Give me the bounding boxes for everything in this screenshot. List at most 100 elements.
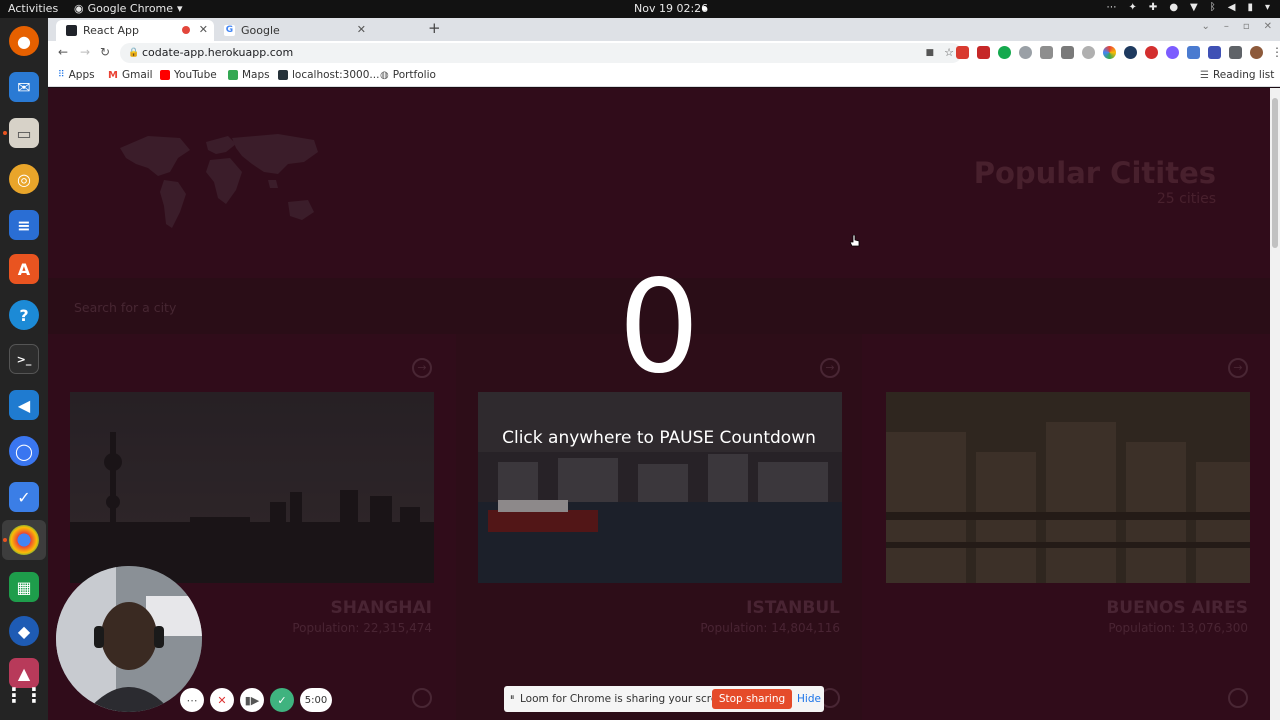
dock: ● ✉ ▭ ◎ ≡ A ? >_ ◀ ◯ ✓ ▦ ◆ ▲ ⋮⋮ bbox=[0, 18, 48, 720]
help-icon[interactable]: ? bbox=[9, 300, 39, 330]
new-tab-button[interactable]: + bbox=[428, 19, 441, 37]
reload-icon[interactable]: ↻ bbox=[100, 45, 110, 59]
firefox-icon[interactable]: ● bbox=[9, 26, 39, 56]
signal-icon[interactable]: ◯ bbox=[9, 436, 39, 466]
close-icon[interactable]: ✕ bbox=[357, 23, 366, 36]
reading-list-button[interactable]: ☰ Reading list bbox=[1200, 69, 1274, 81]
show-applications-icon[interactable]: ⋮⋮ bbox=[4, 680, 44, 710]
ext-filter-icon[interactable] bbox=[1040, 46, 1053, 59]
chrome-app-icon: ◉ bbox=[74, 2, 84, 15]
system-tray[interactable]: ⋯ ✦ ✚ ● ▼ ᛒ ◀ ▮ ▾ bbox=[1107, 2, 1270, 13]
puzzle-icon[interactable] bbox=[1229, 46, 1242, 59]
files-icon[interactable]: ▭ bbox=[9, 118, 39, 148]
bookmark-apps[interactable]: ⠿ Apps bbox=[58, 69, 95, 81]
menu-icon[interactable]: ⋮ bbox=[1271, 46, 1280, 59]
terminal-icon[interactable]: >_ bbox=[9, 344, 39, 374]
bookmark-portfolio[interactable]: ◍ Portfolio bbox=[380, 69, 436, 81]
volume-icon[interactable]: ◀ bbox=[1228, 2, 1236, 13]
cancel-recording-icon[interactable]: ✕ bbox=[210, 688, 234, 712]
app-menu[interactable]: ◉ Google Chrome ▾ bbox=[74, 2, 183, 15]
hide-button[interactable]: Hide bbox=[797, 693, 821, 705]
ext-blue-icon[interactable] bbox=[1187, 46, 1200, 59]
bookmark-label: YouTube bbox=[174, 69, 217, 81]
ext-purple-icon[interactable] bbox=[1166, 46, 1179, 59]
pause-countdown-message: Click anywhere to PAUSE Countdown bbox=[502, 428, 816, 448]
recording-timer: 5:00 bbox=[300, 688, 332, 712]
ext-pdf-icon[interactable] bbox=[977, 46, 990, 59]
maximize-icon[interactable]: ▫ bbox=[1243, 21, 1250, 32]
recording-tab-icon bbox=[182, 26, 190, 34]
globe-icon: ◍ bbox=[380, 69, 389, 81]
rhythmbox-icon[interactable]: ◎ bbox=[9, 164, 39, 194]
back-icon[interactable]: ← bbox=[58, 45, 68, 59]
tab-search-icon[interactable]: ⌄ bbox=[1201, 21, 1209, 32]
ext-check-icon[interactable] bbox=[1124, 46, 1137, 59]
bookmark-youtube[interactable]: YouTube bbox=[160, 69, 217, 81]
tab-react-app[interactable]: React App ✕ bbox=[56, 20, 214, 41]
ext-recycle-icon[interactable] bbox=[1061, 46, 1074, 59]
bookmark-gmail[interactable]: M Gmail bbox=[108, 69, 153, 81]
youtube-icon bbox=[160, 70, 170, 80]
ext-clock-icon[interactable] bbox=[1019, 46, 1032, 59]
address-bar[interactable]: 🔒 codate-app.herokuapp.com ■ ☆ bbox=[120, 43, 962, 63]
zoom-icon[interactable]: ● bbox=[1169, 2, 1178, 13]
forward-icon[interactable]: → bbox=[80, 45, 90, 59]
google-favicon-icon: G bbox=[224, 25, 235, 36]
vscode-icon[interactable]: ◀ bbox=[9, 390, 39, 420]
chrome-icon[interactable] bbox=[9, 525, 39, 555]
page-scrollbar[interactable] bbox=[1270, 88, 1280, 720]
power-icon[interactable]: ▾ bbox=[1265, 2, 1270, 13]
ext-bars-icon[interactable] bbox=[1208, 46, 1221, 59]
page-content[interactable]: Popular Citites 25 cities → bbox=[48, 88, 1270, 720]
cast-icon[interactable]: ■ bbox=[925, 43, 934, 63]
software-center-icon[interactable]: A bbox=[9, 254, 39, 284]
pause-recording-icon[interactable]: ▮▶ bbox=[240, 688, 264, 712]
maps-icon bbox=[228, 70, 238, 80]
calc-icon[interactable]: ▦ bbox=[9, 572, 39, 602]
bookmark-maps[interactable]: Maps bbox=[228, 69, 270, 81]
minimize-icon[interactable]: – bbox=[1224, 21, 1229, 32]
battery-icon[interactable]: ▮ bbox=[1247, 2, 1253, 13]
close-window-icon[interactable]: ✕ bbox=[1264, 21, 1272, 32]
thunderbird-icon[interactable]: ✉ bbox=[9, 72, 39, 102]
bookmark-label: Maps bbox=[242, 69, 270, 81]
star-icon[interactable]: ☆ bbox=[944, 43, 954, 63]
running-indicator bbox=[3, 538, 7, 542]
wifi-icon[interactable]: ▼ bbox=[1190, 2, 1198, 13]
app-menu-label: Google Chrome bbox=[87, 2, 174, 15]
bookmark-localhost[interactable]: localhost:3000... bbox=[278, 69, 379, 81]
tasks-icon[interactable]: ✓ bbox=[9, 482, 39, 512]
extension-tray-icon[interactable]: ✚ bbox=[1149, 2, 1157, 13]
countdown-number: 0 bbox=[618, 253, 700, 402]
tab-google[interactable]: G Google ✕ bbox=[214, 20, 372, 41]
writer-icon[interactable]: ≡ bbox=[9, 210, 39, 240]
apps-grid-icon: ⠿ bbox=[58, 70, 65, 80]
vpn-icon[interactable]: ◆ bbox=[9, 616, 39, 646]
scrollbar-thumb[interactable] bbox=[1272, 98, 1278, 248]
clock[interactable]: Nov 19 02:26 bbox=[634, 2, 708, 15]
activities-button[interactable]: Activities bbox=[8, 2, 58, 15]
profile-avatar-icon[interactable] bbox=[1250, 46, 1263, 59]
close-icon[interactable]: ✕ bbox=[199, 23, 208, 36]
countdown-overlay[interactable] bbox=[48, 88, 1270, 720]
gmail-icon: M bbox=[108, 69, 118, 81]
localhost-icon bbox=[278, 70, 288, 80]
tab-label: Google bbox=[241, 24, 280, 37]
finish-recording-icon[interactable]: ✓ bbox=[270, 688, 294, 712]
tab-strip: React App ✕ G Google ✕ + ⌄ – ▫ ✕ bbox=[48, 18, 1280, 41]
dropbox-icon[interactable]: ✦ bbox=[1129, 2, 1137, 13]
ext-block-icon[interactable] bbox=[1145, 46, 1158, 59]
ext-color-icon[interactable] bbox=[1103, 46, 1116, 59]
bookmark-label: Portfolio bbox=[392, 69, 436, 81]
ext-red-icon[interactable] bbox=[956, 46, 969, 59]
more-options-icon[interactable]: ⋯ bbox=[180, 688, 204, 712]
stop-sharing-button[interactable]: Stop sharing bbox=[712, 689, 792, 709]
ext-grammarly-icon[interactable] bbox=[998, 46, 1011, 59]
extensions-row: ⋮ bbox=[956, 46, 1280, 59]
more-icon[interactable]: ⋯ bbox=[1107, 2, 1117, 13]
url-text: codate-app.herokuapp.com bbox=[142, 46, 294, 59]
ext-gray-icon[interactable] bbox=[1082, 46, 1095, 59]
reading-list-icon: ☰ bbox=[1200, 69, 1209, 81]
share-message: Loom for Chrome is sharing your screen. bbox=[520, 693, 734, 705]
bluetooth-icon[interactable]: ᛒ bbox=[1210, 2, 1216, 13]
